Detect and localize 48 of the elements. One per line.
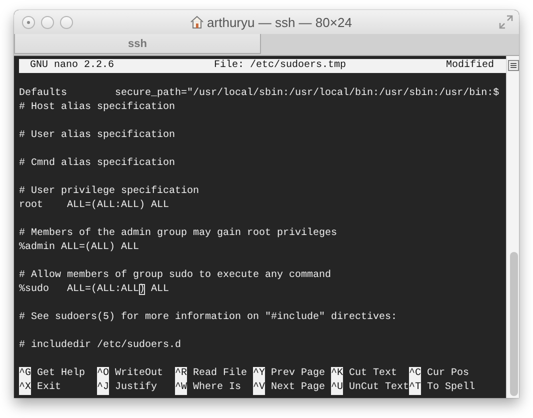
shortcut-key: ^Y [253,367,266,381]
shortcut-key: ^G [19,367,32,381]
shortcut-key: ^K [331,367,344,381]
code-line: # includedir /etc/sudoers.d [19,339,182,353]
shortcut-label: To Spell [427,381,476,395]
shortcut-key: ^U [331,381,344,395]
shortcut-label: UnCut Text [349,381,410,395]
window-title: arthuryu — ssh — 80×24 [207,14,352,30]
shortcut-label: Cur Pos [427,367,470,381]
code-line: # Cmnd alias specification [19,157,176,171]
shortcut-label: Exit [37,381,62,395]
shortcut-label: Get Help [37,367,86,381]
code-line: Defaults secure_path="/usr/local/sbin:/usr/local/bin:/usr/sbin:/usr/bin:$ [19,87,500,101]
file-name: File: /etc/sudoers.tmp [214,59,346,73]
code-line: # Allow members of group sudo to execute any command [19,269,332,283]
code-line: # User privilege specification [19,185,200,199]
shortcut-key: ^O [97,367,110,381]
code-line: # User alias specification [19,129,176,143]
lines-icon[interactable] [508,60,518,71]
shortcut-label: Prev Page [271,367,326,381]
shortcut-label: Where Is [193,381,242,395]
scrollbar[interactable] [506,56,519,398]
shortcut-label: Read File [193,367,248,381]
shortcut-key: ^X [19,381,32,395]
minimize-button[interactable] [41,16,54,28]
shortcut-key: ^T [409,381,422,395]
modified-status: Modified [446,59,494,73]
code-line: root ALL=(ALL:ALL) ALL [19,199,170,213]
shortcut-label: Cut Text [349,367,398,381]
shortcut-label: Next Page [271,381,326,395]
code-line: # Host alias specification [19,101,176,115]
shortcut-key: ^C [409,367,422,381]
shortcut-label: Justify [115,381,158,395]
fullscreen-icon[interactable] [499,15,513,29]
code-line: # Members of the admin group may gain root privileges [19,227,338,241]
tab[interactable]: ssh [14,34,261,54]
scroll-thumb[interactable] [510,252,518,396]
house-icon [190,15,204,29]
code-line: %admin ALL=(ALL) ALL [19,241,140,255]
code-line: # See sudoers(5) for more information on "#include" directives: [19,311,398,325]
shortcut-key: ^R [175,367,188,381]
zoom-button[interactable] [60,16,73,28]
shortcut-key: ^V [253,381,266,395]
shortcut-key: ^W [175,381,188,395]
shortcut-label: WriteOut [115,367,164,381]
nano-version: GNU nano 2.2.6 [30,59,114,73]
shortcut-key: ^J [97,381,110,395]
close-button[interactable] [22,16,35,28]
